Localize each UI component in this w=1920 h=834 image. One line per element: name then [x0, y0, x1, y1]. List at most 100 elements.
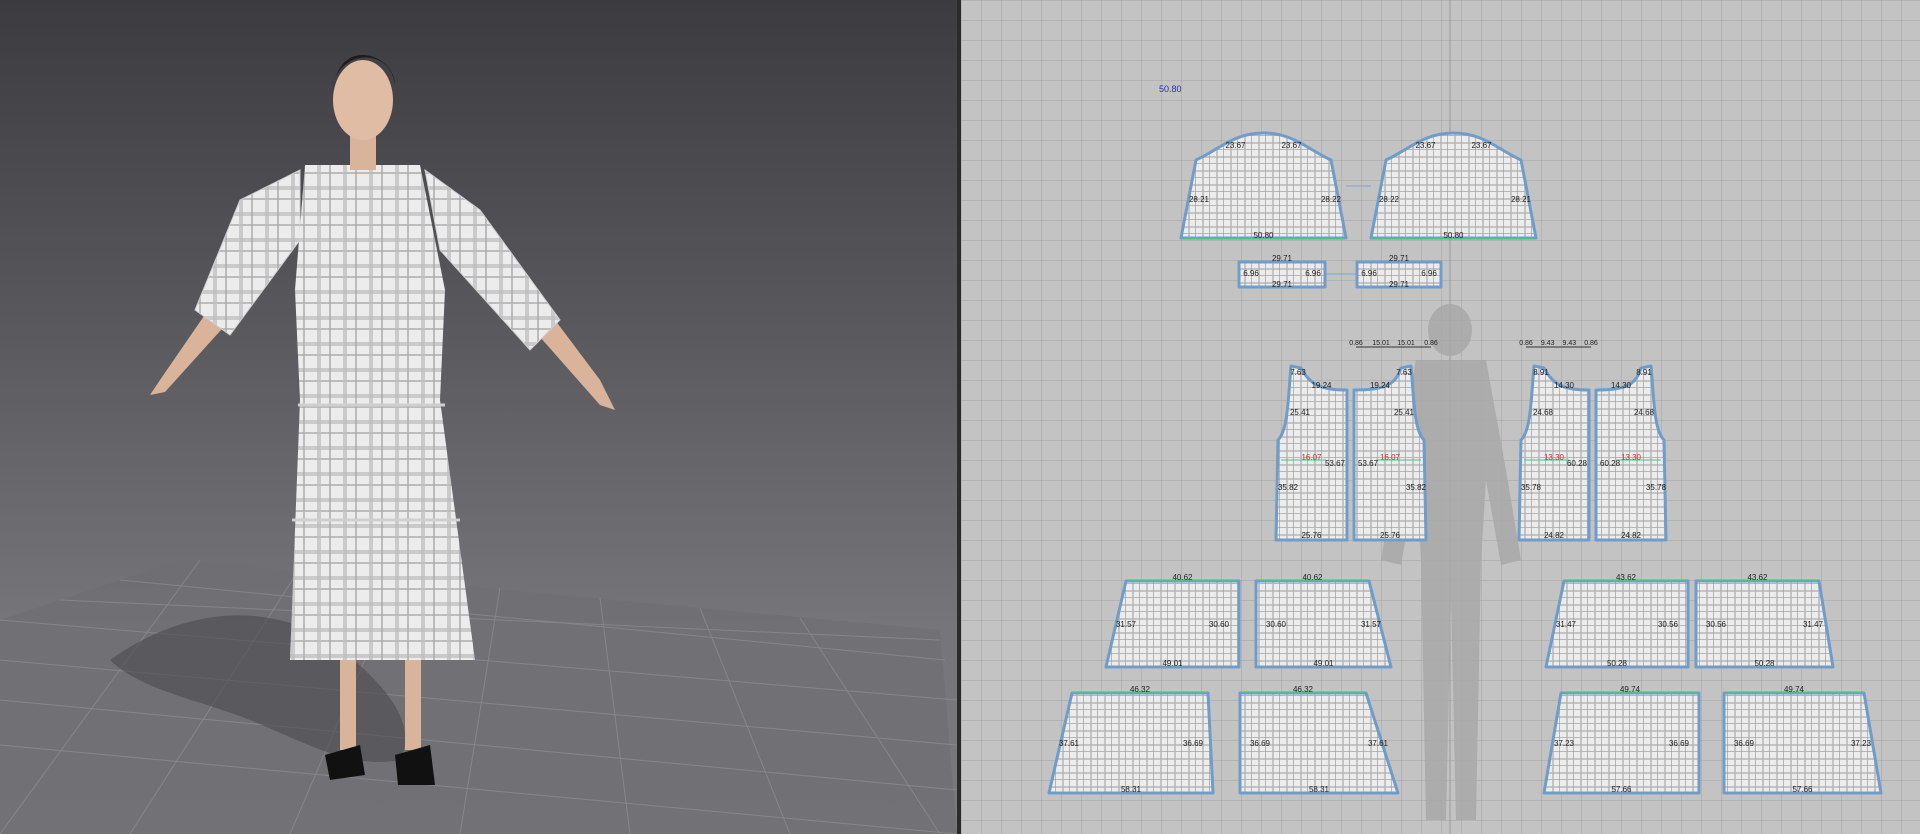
bodice-hem-measure: 24.82 [1621, 531, 1642, 540]
bodice-neck-measure: 14.30 [1554, 381, 1575, 390]
cuff-bottom-measure: 29.71 [1389, 280, 1410, 289]
bodice-front-top-marker: 0.86 [1424, 340, 1438, 347]
tier-top-measure: 46.32 [1293, 685, 1314, 694]
bodice-side-measure: 35.78 [1646, 483, 1667, 492]
bodice-center-measure: 60.28 [1600, 459, 1621, 468]
bodice-center-measure: 53.67 [1325, 459, 1346, 468]
3d-scene[interactable] [0, 0, 957, 834]
tier-top-measure: 40.62 [1302, 573, 1323, 582]
sleeve-top-left-measure: 23.67 [1415, 141, 1436, 150]
cuff-right-measure: 6.96 [1421, 269, 1437, 278]
right-leg [405, 660, 421, 750]
tier-top-measure: 49.74 [1620, 685, 1641, 694]
cuff-right-measure: 6.96 [1305, 269, 1321, 278]
bodice-shoulder-measure: 7.63 [1290, 368, 1306, 377]
tier-right-measure: 37.61 [1368, 739, 1389, 748]
tier-bottom-measure: 57.66 [1792, 785, 1813, 794]
tier-left-measure: 36.69 [1734, 739, 1755, 748]
sleeve-bottom-measure: 50.80 [1443, 231, 1464, 240]
sleeve-piece-1[interactable] [1179, 131, 1348, 240]
bodice-side-measure: 35.82 [1406, 483, 1427, 492]
tier-left-measure: 30.60 [1266, 620, 1287, 629]
tier-right-measure: 31.47 [1803, 620, 1824, 629]
bodice-dart-measure: 13.30 [1544, 453, 1565, 462]
bodice-center-measure: 60.28 [1567, 459, 1588, 468]
left-sleeve [194, 169, 301, 336]
sleeve-bottom-measure: 50.80 [1253, 231, 1274, 240]
cuff-top-measure: 29.71 [1389, 254, 1410, 263]
bodice-dart-measure: 16.07 [1301, 453, 1322, 462]
bodice-front-top-marker: 0.86 [1349, 340, 1363, 347]
dress-skirt [290, 400, 475, 660]
3d-viewport[interactable] [0, 0, 957, 834]
tier-bottom-measure: 50.28 [1754, 659, 1775, 668]
right-sleeve [424, 168, 561, 351]
tier-right-measure: 36.69 [1669, 739, 1690, 748]
cuff-left-measure: 6.96 [1361, 269, 1377, 278]
tier-left-measure: 31.57 [1116, 620, 1137, 629]
tier-bottom-measure: 58.31 [1121, 785, 1142, 794]
pattern-canvas[interactable]: 23.67 23.67 28.21 28.22 50.80 23.67 23.67 28.22… [961, 0, 1920, 834]
sleeve-left-measure: 28.21 [1189, 195, 1210, 204]
tier-top-measure: 46.32 [1130, 685, 1151, 694]
dress-bodice [295, 165, 445, 400]
floor-grid [0, 559, 957, 834]
sleeve-top-right-measure: 23.67 [1281, 141, 1302, 150]
tier-bottom-measure: 49.01 [1162, 659, 1183, 668]
sleeve-top-left-measure: 23.67 [1225, 141, 1246, 150]
bodice-side-measure: 35.82 [1278, 483, 1299, 492]
tier-right-measure: 30.56 [1658, 620, 1679, 629]
bodice-front-top-marker: 15.01 [1372, 340, 1390, 347]
bodice-dart-measure: 16.07 [1380, 453, 1401, 462]
tier-bottom-measure: 58.31 [1309, 785, 1330, 794]
bodice-side-measure: 35.78 [1521, 483, 1542, 492]
tier-left-measure: 37.61 [1059, 739, 1080, 748]
bodice-armhole-measure: 25.41 [1290, 408, 1311, 417]
tier-bottom-measure: 57.66 [1611, 785, 1632, 794]
tier-top-measure: 43.62 [1616, 573, 1637, 582]
bodice-front-top-marker: 15.01 [1397, 340, 1415, 347]
bodice-back-top-marker: 9.43 [1541, 340, 1555, 347]
tier-right-measure: 37.23 [1851, 739, 1872, 748]
tier-right-measure: 36.69 [1183, 739, 1204, 748]
sleeve-right-measure: 28.21 [1511, 195, 1532, 204]
left-leg [340, 660, 356, 750]
bodice-shoulder-measure: 8.91 [1636, 368, 1652, 377]
cuff-top-measure: 29.71 [1272, 254, 1293, 263]
cuff-bottom-measure: 29.71 [1272, 280, 1293, 289]
tier-bottom-measure: 50.28 [1607, 659, 1628, 668]
sleeve-right-measure: 28.22 [1321, 195, 1342, 204]
bodice-neck-measure: 14.30 [1611, 381, 1632, 390]
bodice-dart-measure: 13.30 [1621, 453, 1642, 462]
bodice-armhole-measure: 24.68 [1634, 408, 1655, 417]
bodice-neck-measure: 19.24 [1311, 381, 1332, 390]
bodice-back-top-marker: 0.86 [1584, 340, 1598, 347]
tier-top-measure: 49.74 [1784, 685, 1805, 694]
sleeve-left-measure: 28.22 [1379, 195, 1400, 204]
2d-pattern-viewport[interactable]: 50.80 23.67 23.67 28.21 28.22 50.80 23.67 23.6… [961, 0, 1920, 834]
tier-left-measure: 30.56 [1706, 620, 1727, 629]
tier-bottom-measure: 49.01 [1313, 659, 1334, 668]
cuff-left-measure: 6.96 [1243, 269, 1259, 278]
tier-left-measure: 31.47 [1556, 620, 1577, 629]
bodice-armhole-measure: 24.68 [1533, 408, 1554, 417]
tier-top-measure: 40.62 [1172, 573, 1193, 582]
head [333, 60, 393, 140]
sleeve-top-right-measure: 23.67 [1471, 141, 1492, 150]
bodice-back-top-marker: 0.86 [1519, 340, 1533, 347]
tier-right-measure: 30.60 [1209, 620, 1230, 629]
bodice-hem-measure: 25.76 [1380, 531, 1401, 540]
bodice-armhole-measure: 25.41 [1394, 408, 1415, 417]
bodice-center-measure: 53.67 [1358, 459, 1379, 468]
tier-left-measure: 36.69 [1250, 739, 1271, 748]
bodice-hem-measure: 24.82 [1544, 531, 1565, 540]
bodice-shoulder-measure: 7.63 [1396, 368, 1412, 377]
bodice-back-top-marker: 9.43 [1563, 340, 1577, 347]
tier-right-measure: 31.57 [1361, 620, 1382, 629]
tier-top-measure: 43.62 [1747, 573, 1768, 582]
tier-left-measure: 37.23 [1554, 739, 1575, 748]
bodice-hem-measure: 25.76 [1301, 531, 1322, 540]
bodice-neck-measure: 19.24 [1370, 381, 1391, 390]
sleeve-piece-2[interactable] [1369, 131, 1538, 240]
bodice-shoulder-measure: 8.91 [1533, 368, 1549, 377]
